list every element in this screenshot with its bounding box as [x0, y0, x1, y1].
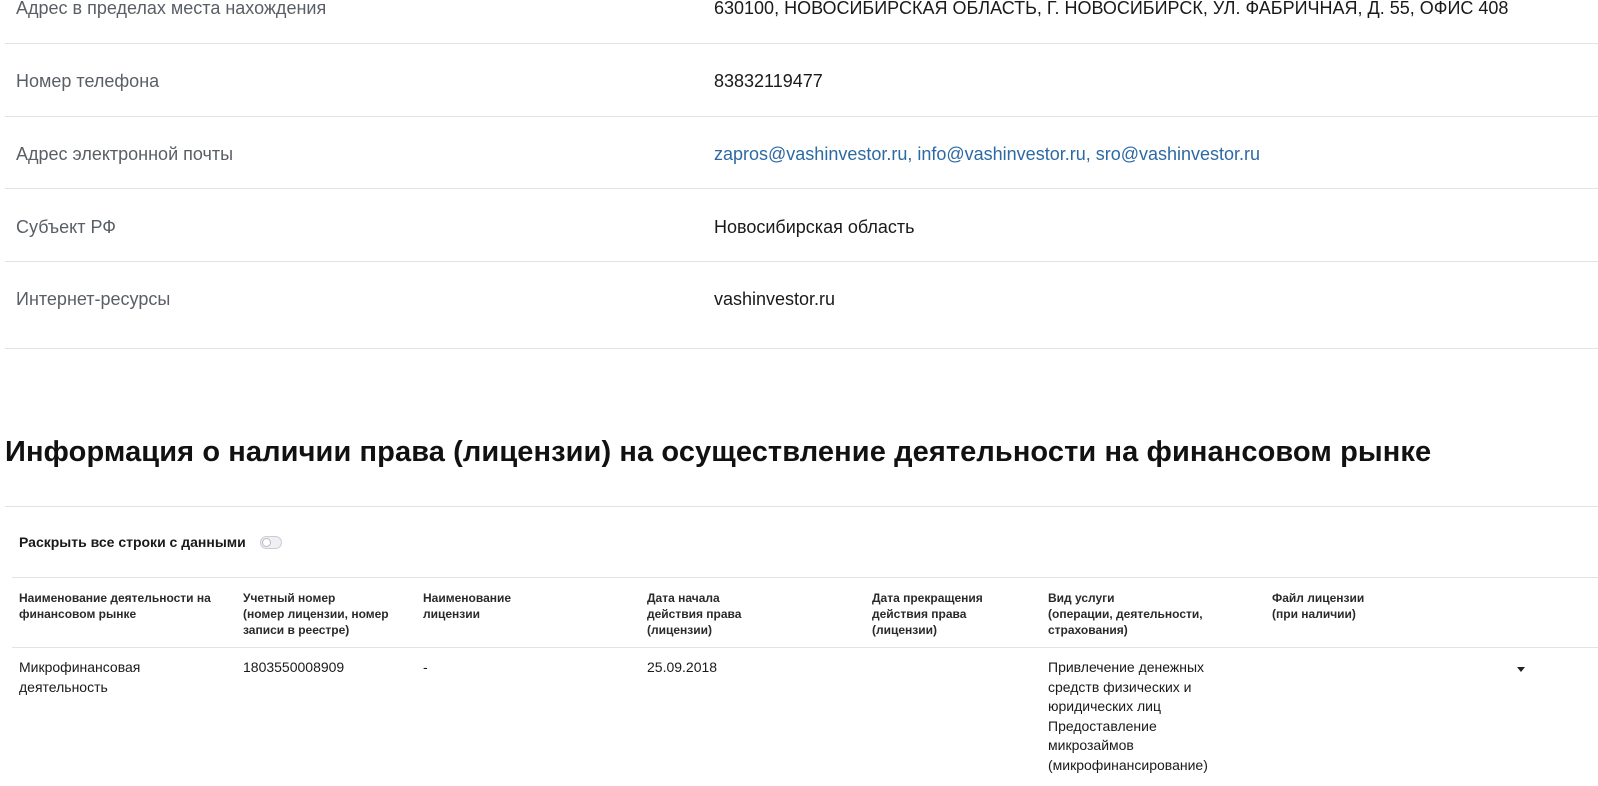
header-line: Дата начала [647, 591, 720, 605]
cell-line: юридических лиц [1048, 698, 1162, 714]
cell-line: Микрофинансовая [19, 659, 141, 675]
info-row-address: Адрес в пределах места нахождения 630100… [5, 0, 1598, 44]
email-links[interactable]: zapros@vashinvestor.ru, info@vashinvesto… [714, 144, 1260, 165]
info-value: 630100, НОВОСИБИРСКАЯ ОБЛАСТЬ, Г. НОВОСИ… [714, 0, 1509, 18]
header-line: (лицензии) [872, 623, 938, 637]
header-line: лицензии [423, 607, 481, 621]
header-line: Файл лицензии [1272, 591, 1365, 605]
expand-all-toggle[interactable] [259, 535, 282, 549]
column-header-service-type: Вид услуги (операции, деятельности, стра… [1048, 590, 1248, 638]
cell-license-name: - [423, 659, 428, 675]
header-line: страхования) [1048, 623, 1128, 637]
divider [5, 506, 1598, 507]
expand-all-control: Раскрыть все строки с данными [19, 534, 282, 550]
info-row-web: Интернет-ресурсы vashinvestor.ru [5, 262, 1598, 349]
cell-line: средств физических и [1048, 678, 1192, 695]
cell-line: (микрофинансирование) [1048, 756, 1208, 773]
column-header-license-name: Наименование лицензии [423, 590, 623, 622]
column-header-reg-number: Учетный номер (номер лицензии, номер зап… [243, 590, 408, 638]
info-label: Адрес в пределах места нахождения [16, 0, 327, 18]
cell-line: деятельность [19, 678, 108, 695]
section-title: Информация о наличии права (лицензии) на… [5, 436, 1432, 468]
header-line: Учетный номер [243, 591, 336, 605]
column-header-end-date: Дата прекращения действия права (лицензи… [872, 590, 1032, 638]
header-line: (операции, деятельности, [1048, 607, 1203, 621]
expand-all-label: Раскрыть все строки с данными [19, 534, 246, 550]
info-row-phone: Номер телефона 83832119477 [5, 44, 1598, 117]
toggle-knob [261, 537, 271, 547]
column-header-activity: Наименование деятельности на финансовом … [19, 590, 229, 622]
header-line: записи в реестре) [243, 623, 350, 637]
row-expand-chevron-down-icon[interactable] [1517, 667, 1525, 672]
info-value: vashinvestor.ru [714, 289, 836, 309]
info-row-region: Субъект РФ Новосибирская область [5, 189, 1598, 262]
info-label: Адрес электронной почты [16, 144, 234, 164]
organization-info-table: Адрес в пределах места нахождения 630100… [5, 0, 1598, 349]
cell-start-date: 25.09.2018 [647, 659, 718, 675]
header-line: Дата прекращения [872, 591, 983, 605]
info-label: Номер телефона [16, 71, 160, 91]
info-value: 83832119477 [714, 71, 823, 91]
cell-line: Предоставление [1048, 717, 1157, 734]
cell-activity: Микрофинансовая деятельность [19, 658, 229, 697]
header-line: (лицензии) [647, 623, 713, 637]
header-line: (номер лицензии, номер [243, 607, 389, 621]
divider [12, 577, 1598, 578]
divider [12, 647, 1598, 648]
info-value: Новосибирская область [714, 217, 915, 237]
info-label: Интернет-ресурсы [16, 289, 171, 309]
cell-service-type: Привлечение денежных средств физических … [1048, 658, 1248, 775]
header-line: действия права [872, 607, 967, 621]
header-line: Наименование деятельности на [19, 591, 211, 605]
cell-line: микрозаймов [1048, 737, 1134, 753]
cell-line: Привлечение денежных [1048, 659, 1205, 675]
info-label: Субъект РФ [16, 217, 116, 237]
column-header-license-file: Файл лицензии (при наличии) [1272, 590, 1472, 622]
header-line: Наименование [423, 591, 512, 605]
column-header-start-date: Дата начала действия права (лицензии) [647, 590, 847, 638]
header-line: (при наличии) [1272, 607, 1356, 621]
info-row-email: Адрес электронной почты zapros@vashinves… [5, 117, 1598, 189]
header-line: Вид услуги [1048, 591, 1115, 605]
header-line: действия права [647, 607, 742, 621]
cell-reg-number: 1803550008909 [243, 659, 345, 675]
header-line: финансовом рынке [19, 607, 137, 621]
